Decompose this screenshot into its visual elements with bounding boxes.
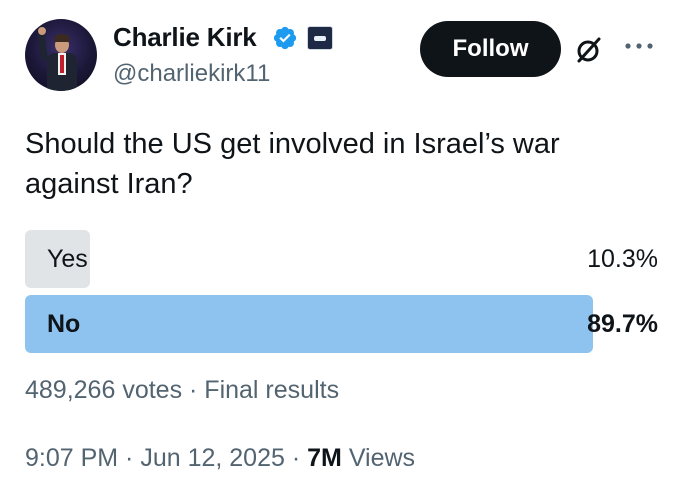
avatar[interactable] (25, 19, 97, 91)
avatar-figure-tie (60, 55, 64, 73)
follow-button[interactable]: Follow (420, 21, 561, 77)
tweet-meta: 9:07 PM · Jun 12, 2025 · 7M Views (25, 444, 415, 473)
avatar-figure-arm (36, 30, 49, 62)
poll-option-no-label: No (47, 310, 81, 338)
affiliation-badge-icon[interactable] (307, 26, 333, 50)
author-handle[interactable]: @charliekirk11 (113, 60, 270, 88)
poll-vote-count: 489,266 votes (25, 376, 183, 404)
avatar-figure-hand (38, 27, 46, 35)
tweet-date[interactable]: Jun 12, 2025 (140, 444, 285, 472)
poll-summary-separator: · (182, 376, 205, 404)
tweet-text: Should the US get involved in Israel’s w… (25, 128, 560, 200)
verified-badge-icon[interactable] (272, 25, 298, 51)
poll-option-yes-label: Yes (47, 245, 88, 273)
tweet-time[interactable]: 9:07 PM (25, 444, 118, 472)
poll-status: Final results (204, 376, 340, 404)
grok-icon[interactable] (572, 33, 606, 67)
meta-separator-1: · (118, 444, 141, 472)
poll-option-yes-percent: 10.3% (587, 245, 658, 273)
more-icon[interactable] (622, 36, 656, 56)
affiliation-badge-mark (314, 36, 326, 41)
poll-bar-no (25, 295, 593, 353)
avatar-figure-hair (54, 34, 70, 42)
meta-separator-2: · (284, 444, 308, 472)
views-count[interactable]: 7M (307, 444, 342, 472)
poll-summary: 489,266 votes · Final results (25, 376, 339, 405)
poll-option-no-percent: 89.7% (587, 310, 658, 338)
author-name[interactable]: Charlie Kirk (113, 22, 257, 53)
views-label[interactable]: Views (349, 444, 415, 472)
